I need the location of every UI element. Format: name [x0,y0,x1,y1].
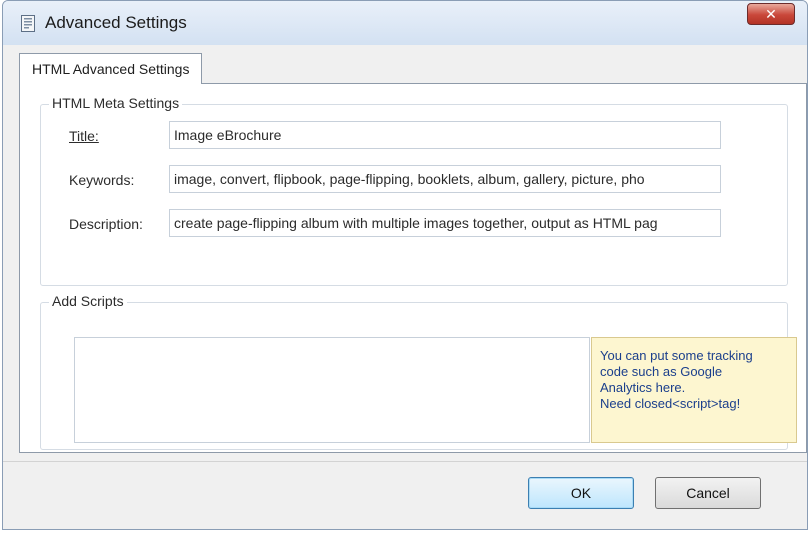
ok-button[interactable]: OK [528,477,634,509]
close-button[interactable]: ✕ [747,3,795,25]
advanced-settings-dialog: Advanced Settings ✕ HTML Advanced Settin… [2,0,808,530]
meta-settings-legend: HTML Meta Settings [49,95,183,111]
window-title: Advanced Settings [45,13,187,32]
tab-html-advanced-settings[interactable]: HTML Advanced Settings [19,53,203,84]
dialog-body: HTML Advanced Settings HTML Meta Setting… [10,45,807,461]
tracking-tip-note: You can put some tracking code such as G… [591,337,797,443]
tab-panel: HTML Meta Settings Title: Image eBrochur… [19,83,807,453]
description-label: Description: [69,216,143,232]
description-field[interactable]: create page-flipping album with multiple… [169,209,721,237]
add-scripts-legend: Add Scripts [49,293,127,309]
keywords-field[interactable]: image, convert, flipbook, page-flipping,… [169,165,721,193]
title-bar[interactable]: Advanced Settings ✕ [3,1,807,45]
scripts-textarea[interactable] [74,337,590,443]
tip-line: Analytics here. [600,380,686,395]
title-field[interactable]: Image eBrochure [169,121,721,149]
cancel-button[interactable]: Cancel [655,477,761,509]
tip-line: code such as Google [600,364,723,379]
title-label-text: Title: [69,128,99,144]
meta-settings-group: HTML Meta Settings Title: Image eBrochur… [40,95,788,286]
keywords-label: Keywords: [69,172,135,188]
close-icon: ✕ [765,6,777,22]
button-bar: OK Cancel [3,462,807,529]
add-scripts-group: Add Scripts You can put some tracking co… [40,293,797,450]
tab-label: HTML Advanced Settings [32,61,190,77]
tip-line: Need closed<script>tag! [600,396,741,411]
document-settings-icon [21,15,35,32]
title-label: Title: [69,128,99,144]
tip-line: You can put some tracking [600,348,753,363]
